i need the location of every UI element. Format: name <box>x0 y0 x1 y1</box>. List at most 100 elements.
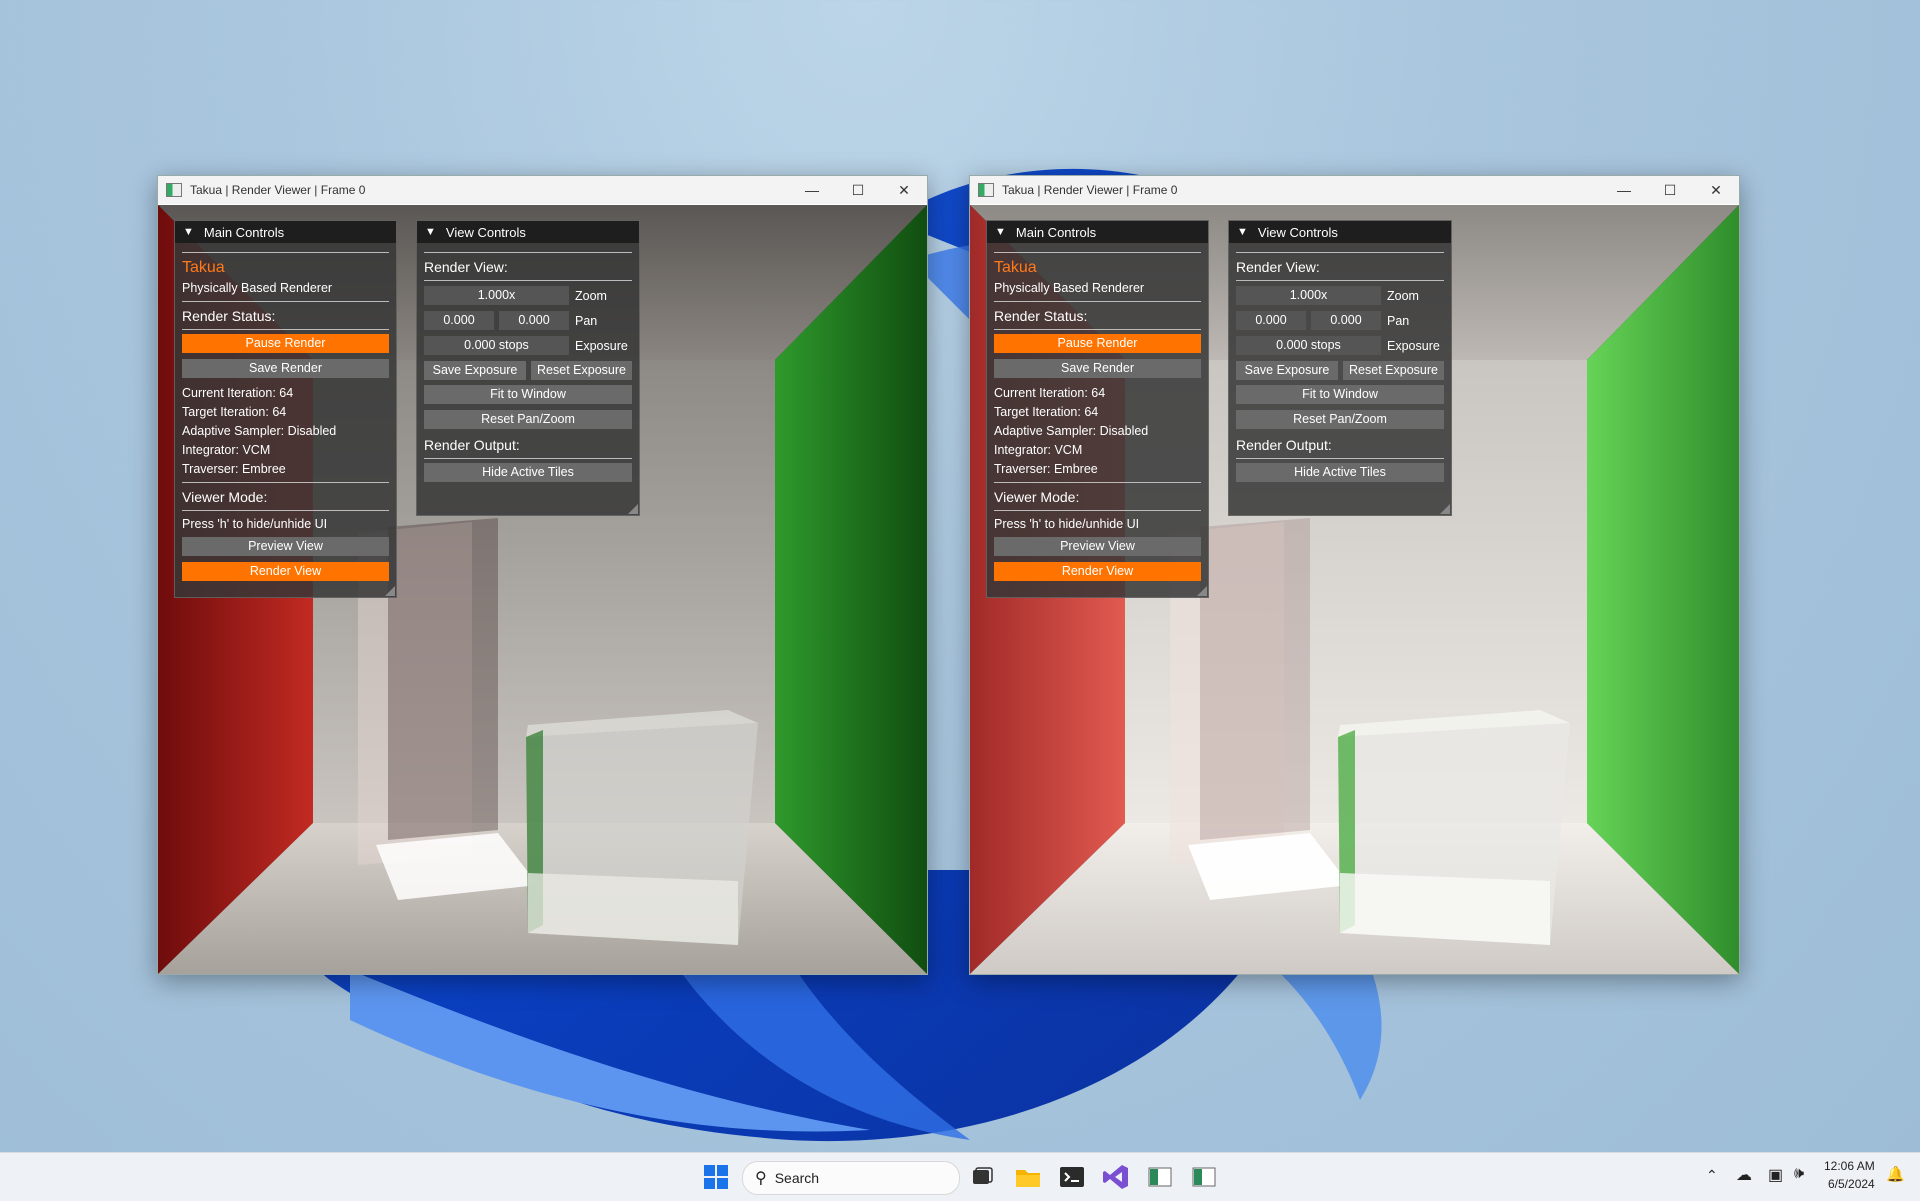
minimize-icon[interactable]: — <box>789 176 835 204</box>
collapse-triangle-icon[interactable]: ▼ <box>183 226 194 238</box>
clock-date[interactable]: 6/5/2024 <box>1828 1177 1875 1191</box>
pan-x-field[interactable]: 0.000 <box>424 311 494 330</box>
render-viewport[interactable]: ▼ Main Controls Takua Physically Based Re… <box>970 205 1739 974</box>
separator <box>182 510 389 511</box>
close-icon[interactable]: ✕ <box>881 176 927 204</box>
separator <box>1236 252 1444 253</box>
resize-grip[interactable] <box>1440 504 1450 514</box>
visual-studio-icon[interactable] <box>1102 1163 1130 1191</box>
render-output-label: Render Output: <box>1236 437 1332 453</box>
exposure-label: Exposure <box>1387 338 1440 353</box>
collapse-triangle-icon[interactable]: ▼ <box>1237 226 1248 238</box>
maximize-icon[interactable]: ☐ <box>1647 176 1693 204</box>
viewer-mode-label: Viewer Mode: <box>994 489 1080 505</box>
chevron-up-icon[interactable]: ⌃ <box>1706 1167 1718 1184</box>
renderer-subtitle: Physically Based Renderer <box>994 281 1145 295</box>
app-icon <box>166 183 182 197</box>
exposure-field[interactable]: 0.000 stops <box>424 336 569 355</box>
pause-render-button[interactable]: Pause Render <box>994 334 1201 353</box>
taskbar: ⚲ Search ⌃ ☁ ▣ 🕪 12:06 AM 6/5/2024 🔔 <box>0 1152 1920 1201</box>
reset-pan-zoom-button[interactable]: Reset Pan/Zoom <box>424 410 632 429</box>
save-render-button[interactable]: Save Render <box>182 359 389 378</box>
render-status-label: Render Status: <box>182 308 276 324</box>
task-view-icon[interactable] <box>968 1163 996 1191</box>
viewer-mode-label: Viewer Mode: <box>182 489 268 505</box>
separator <box>182 252 389 253</box>
takua-app-icon-2[interactable] <box>1190 1163 1218 1191</box>
resize-grip[interactable] <box>385 586 395 596</box>
render-view-label: Render View: <box>424 259 508 275</box>
separator <box>424 252 632 253</box>
save-exposure-button[interactable]: Save Exposure <box>424 361 526 380</box>
reset-pan-zoom-button[interactable]: Reset Pan/Zoom <box>1236 410 1444 429</box>
collapse-triangle-icon[interactable]: ▼ <box>425 226 436 238</box>
volume-icon[interactable]: 🕪 <box>1794 1165 1804 1183</box>
title-bar[interactable]: Takua | Render Viewer | Frame 0 — ☐ ✕ <box>970 176 1739 204</box>
preview-view-button[interactable]: Preview View <box>994 537 1201 556</box>
clock-time[interactable]: 12:06 AM <box>1824 1159 1875 1173</box>
zoom-field[interactable]: 1.000x <box>1236 286 1381 305</box>
fit-to-window-button[interactable]: Fit to Window <box>1236 385 1444 404</box>
maximize-icon[interactable]: ☐ <box>835 176 881 204</box>
pan-x-field[interactable]: 0.000 <box>1236 311 1306 330</box>
save-render-button[interactable]: Save Render <box>994 359 1201 378</box>
pause-render-button[interactable]: Pause Render <box>182 334 389 353</box>
panel-title: View Controls <box>1257 224 1338 240</box>
integrator-status: Integrator: VCM <box>182 443 271 457</box>
render-output-label: Render Output: <box>424 437 520 453</box>
panel-header[interactable]: ▼ View Controls <box>417 221 639 243</box>
close-icon[interactable]: ✕ <box>1693 176 1739 204</box>
collapse-triangle-icon[interactable]: ▼ <box>995 226 1006 238</box>
title-bar[interactable]: Takua | Render Viewer | Frame 0 — ☐ ✕ <box>158 176 927 204</box>
reset-exposure-button[interactable]: Reset Exposure <box>1343 361 1444 380</box>
separator <box>994 510 1201 511</box>
separator <box>182 482 389 483</box>
pan-y-field[interactable]: 0.000 <box>499 311 569 330</box>
search-box[interactable]: ⚲ Search <box>742 1161 960 1195</box>
view-controls-panel: ▼ View Controls Render View: 1.000x Zoom 0… <box>1228 220 1452 516</box>
separator <box>424 458 632 459</box>
search-icon: ⚲ <box>755 1170 767 1187</box>
panel-title: Main Controls <box>203 224 285 240</box>
target-iteration: Target Iteration: 64 <box>182 405 287 419</box>
file-explorer-icon[interactable] <box>1014 1163 1042 1191</box>
zoom-field[interactable]: 1.000x <box>424 286 569 305</box>
target-iteration: Target Iteration: 64 <box>994 405 1099 419</box>
minimize-icon[interactable]: — <box>1601 176 1647 204</box>
display-icon[interactable]: ▣ <box>1768 1165 1783 1185</box>
network-off-icon[interactable]: ☁ <box>1736 1165 1752 1185</box>
render-view-button[interactable]: Render View <box>994 562 1201 581</box>
takua-app-icon[interactable] <box>1146 1163 1174 1191</box>
hide-active-tiles-button[interactable]: Hide Active Tiles <box>424 463 632 482</box>
reset-exposure-button[interactable]: Reset Exposure <box>531 361 632 380</box>
hide-active-tiles-button[interactable]: Hide Active Tiles <box>1236 463 1444 482</box>
terminal-icon[interactable] <box>1058 1163 1086 1191</box>
main-controls-panel: ▼ Main Controls Takua Physically Based Re… <box>174 220 397 598</box>
traverser-status: Traverser: Embree <box>182 462 286 476</box>
render-view-label: Render View: <box>1236 259 1320 275</box>
pan-label: Pan <box>1387 313 1410 328</box>
save-exposure-button[interactable]: Save Exposure <box>1236 361 1338 380</box>
panel-header[interactable]: ▼ Main Controls <box>175 221 396 243</box>
renderer-subtitle: Physically Based Renderer <box>182 281 333 295</box>
current-iteration: Current Iteration: 64 <box>994 386 1106 400</box>
pan-y-field[interactable]: 0.000 <box>1311 311 1381 330</box>
resize-grip[interactable] <box>1197 586 1207 596</box>
preview-view-button[interactable]: Preview View <box>182 537 389 556</box>
render-view-button[interactable]: Render View <box>182 562 389 581</box>
notification-bell-icon[interactable]: 🔔 <box>1886 1165 1905 1183</box>
panel-header[interactable]: ▼ View Controls <box>1229 221 1451 243</box>
exposure-field[interactable]: 0.000 stops <box>1236 336 1381 355</box>
panel-header[interactable]: ▼ Main Controls <box>987 221 1208 243</box>
traverser-status: Traverser: Embree <box>994 462 1098 476</box>
exposure-label: Exposure <box>575 338 628 353</box>
resize-grip[interactable] <box>628 504 638 514</box>
brand-name: Takua <box>182 259 225 276</box>
separator <box>994 301 1201 302</box>
fit-to-window-button[interactable]: Fit to Window <box>424 385 632 404</box>
windows-start-icon[interactable] <box>702 1163 730 1191</box>
app-icon <box>978 183 994 197</box>
render-viewport[interactable]: ▼ Main Controls Takua Physically Based Re… <box>158 205 927 974</box>
view-controls-panel: ▼ View Controls Render View: 1.000x Zoom 0… <box>416 220 640 516</box>
separator <box>994 329 1201 330</box>
